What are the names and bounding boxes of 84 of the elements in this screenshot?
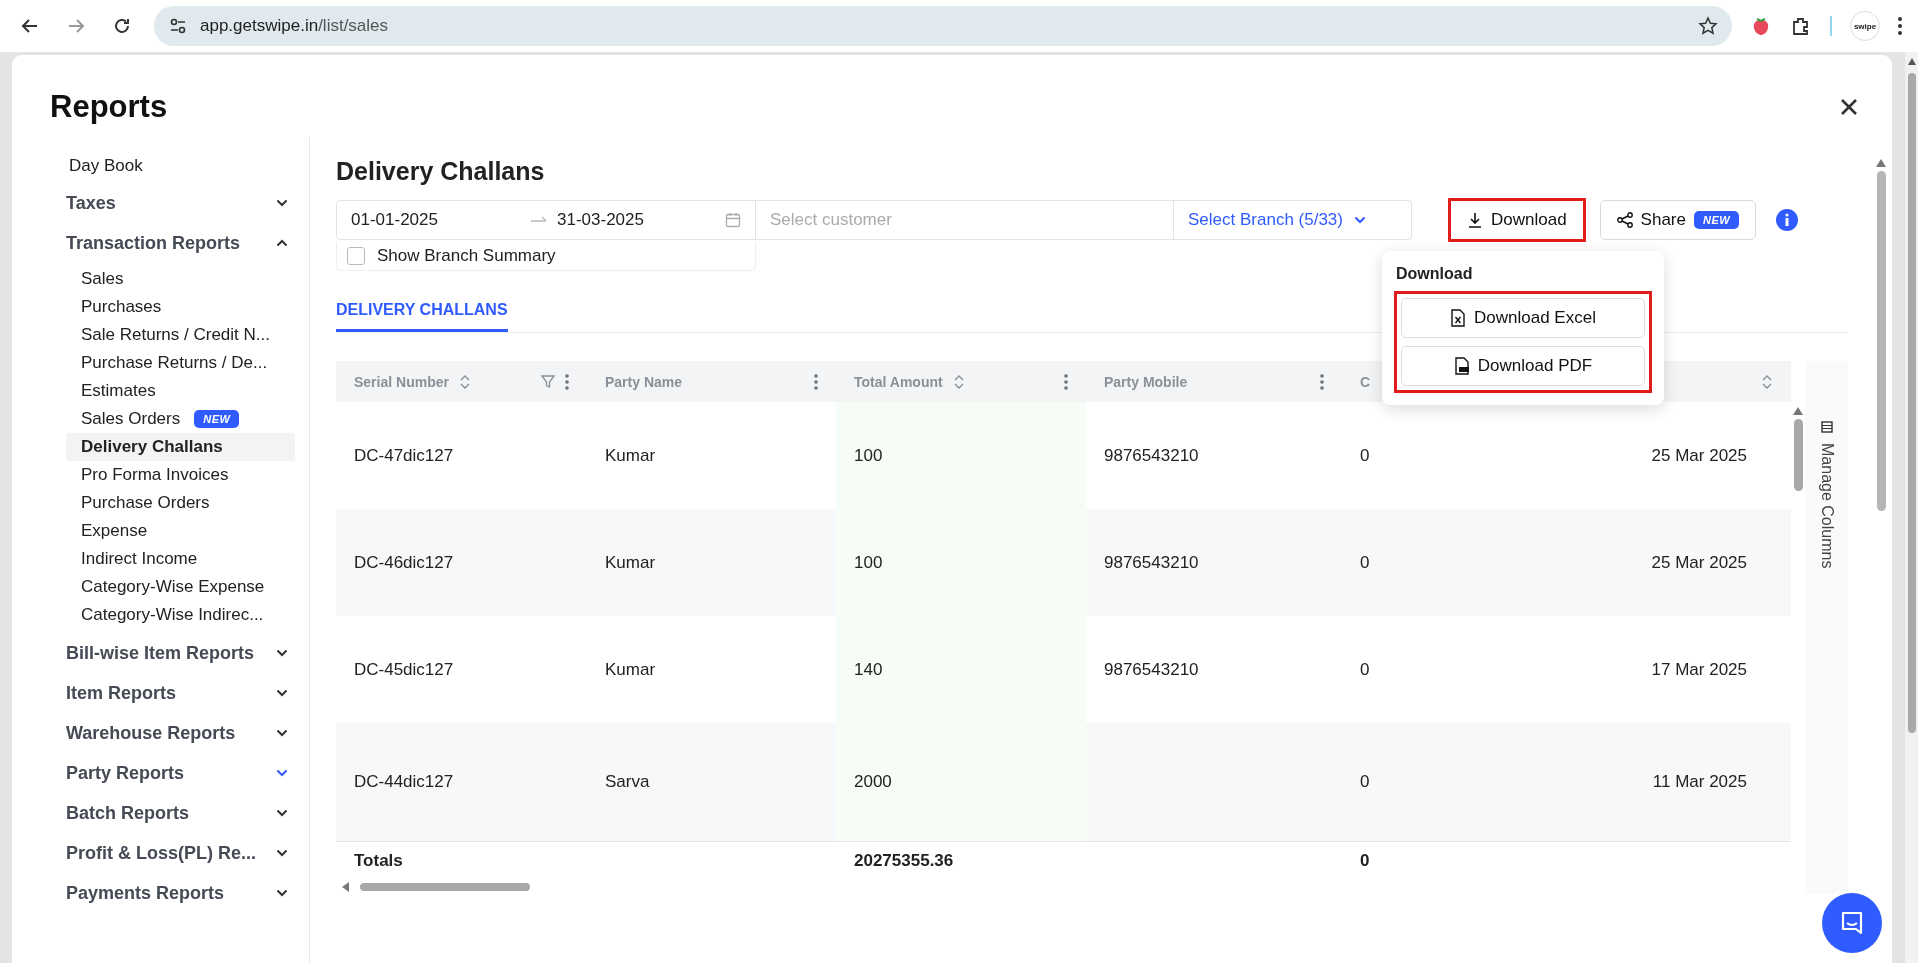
sidebar-item[interactable]: Sales Orders NEW xyxy=(66,405,295,433)
share-button[interactable]: Share NEW xyxy=(1599,200,1757,240)
sort-icon[interactable] xyxy=(1761,373,1773,390)
table-cell: 140 xyxy=(836,616,1086,723)
sidebar-item[interactable]: Sale Returns / Credit N... xyxy=(66,321,295,349)
address-bar[interactable]: app.getswipe.in/list/sales xyxy=(154,6,1732,46)
browser-menu-icon[interactable] xyxy=(1898,17,1902,35)
table-cell: 0 xyxy=(1342,509,1586,616)
totals-cell: 0 xyxy=(1342,841,1586,880)
new-badge: NEW xyxy=(194,410,240,428)
sidebar-item[interactable]: Purchases xyxy=(66,293,295,321)
report-title: Delivery Challans xyxy=(336,157,546,186)
table-cell: 0 xyxy=(1342,723,1586,841)
info-icon[interactable] xyxy=(1776,209,1799,231)
sidebar-group[interactable]: Taxes xyxy=(66,183,289,223)
download-excel-option[interactable]: Download Excel xyxy=(1401,298,1645,338)
arrow-right-icon xyxy=(531,215,547,225)
chat-icon xyxy=(1839,910,1865,936)
sidebar-item[interactable]: Delivery Challans xyxy=(66,433,295,461)
sidebar-item[interactable]: Category-Wise Indirec... xyxy=(66,601,295,629)
table-cell: 11 Mar 2025 xyxy=(1586,723,1791,841)
more-options-icon[interactable] xyxy=(814,373,818,390)
sidebar-item[interactable]: Pro Forma Invoices xyxy=(66,461,295,489)
chat-button[interactable] xyxy=(1822,893,1882,953)
sidebar-item[interactable]: Category-Wise Expense xyxy=(66,573,295,601)
site-settings-icon[interactable] xyxy=(168,16,188,36)
scroll-up-icon[interactable] xyxy=(1793,407,1803,415)
customer-search-field[interactable]: Select customer xyxy=(756,200,1174,240)
tab[interactable]: DELIVERY CHALLANS xyxy=(336,293,508,332)
sidebar-group[interactable]: Warehouse Reports xyxy=(66,713,289,753)
sort-icon[interactable] xyxy=(952,373,965,390)
table-cell: 100 xyxy=(836,402,1086,509)
more-options-icon[interactable] xyxy=(1064,373,1068,390)
sidebar-item[interactable]: Indirect Income xyxy=(66,545,295,573)
sidebar-group[interactable]: Party Reports xyxy=(66,753,289,793)
columns-icon[interactable] xyxy=(1820,421,1833,433)
modal-title: Reports xyxy=(50,89,168,125)
table-cell: 2000 xyxy=(836,723,1086,841)
menu-title: Download xyxy=(1396,265,1474,283)
excel-file-icon xyxy=(1450,309,1467,327)
sort-icon[interactable] xyxy=(458,373,471,390)
share-icon xyxy=(1616,212,1633,228)
sidebar-group[interactable]: Profit & Loss(PL) Re... xyxy=(66,833,289,873)
horizontal-scrollbar[interactable] xyxy=(360,883,530,891)
table-cell: 9876543210 xyxy=(1086,509,1342,616)
download-icon xyxy=(1467,212,1483,228)
vertical-scrollbar[interactable] xyxy=(1793,419,1803,491)
sidebar-item[interactable]: Purchase Orders xyxy=(66,489,295,517)
scroll-up-icon[interactable] xyxy=(1876,159,1886,167)
pdf-file-icon xyxy=(1453,357,1470,375)
table-cell: Kumar xyxy=(587,509,836,616)
scroll-left-icon[interactable] xyxy=(342,882,350,892)
table-cell: 100 xyxy=(836,509,1086,616)
bookmark-star-icon[interactable] xyxy=(1698,16,1718,36)
checkbox[interactable] xyxy=(347,247,365,265)
sidebar-group[interactable]: Payments Reports xyxy=(66,873,289,913)
vertical-scrollbar[interactable] xyxy=(1876,171,1886,511)
more-options-icon[interactable] xyxy=(565,373,569,390)
sidebar-group[interactable]: Item Reports xyxy=(66,673,289,713)
download-button[interactable]: Download xyxy=(1448,198,1586,242)
profile-avatar[interactable]: swipe xyxy=(1850,11,1880,41)
sidebar-item[interactable]: Sales xyxy=(66,265,295,293)
date-range-picker[interactable]: 01-01-2025 31-03-2025 xyxy=(336,200,756,240)
sidebar-group[interactable]: Bill-wise Item Reports xyxy=(66,633,289,673)
totals-cell: Totals xyxy=(336,841,587,880)
table-cell: 25 Mar 2025 xyxy=(1586,509,1791,616)
download-pdf-option[interactable]: Download PDF xyxy=(1401,346,1645,386)
page-scrollbar[interactable] xyxy=(1907,73,1916,733)
sidebar-item[interactable]: Purchase Returns / De... xyxy=(66,349,295,377)
table-cell: DC-44dic127 xyxy=(336,723,587,841)
filter-icon[interactable] xyxy=(541,374,555,389)
branch-select[interactable]: Select Branch (5/33) xyxy=(1174,200,1412,240)
table-cell: Sarva xyxy=(587,723,836,841)
table-cell: DC-46dic127 xyxy=(336,509,587,616)
more-options-icon[interactable] xyxy=(1320,373,1324,390)
sidebar-link[interactable]: Day Book xyxy=(66,149,289,183)
sidebar-group[interactable]: Batch Reports xyxy=(66,793,289,833)
scroll-up-icon[interactable] xyxy=(1907,58,1916,65)
manage-columns-button[interactable]: Manage Columns xyxy=(1817,443,1836,569)
sidebar-group[interactable]: Transaction Reports xyxy=(66,223,289,263)
totals-cell: 20275355.36 xyxy=(836,841,1086,880)
checkbox-label: Show Branch Summary xyxy=(377,246,556,266)
sidebar-item[interactable]: Estimates xyxy=(66,377,295,405)
sidebar-item[interactable]: Expense xyxy=(66,517,295,545)
